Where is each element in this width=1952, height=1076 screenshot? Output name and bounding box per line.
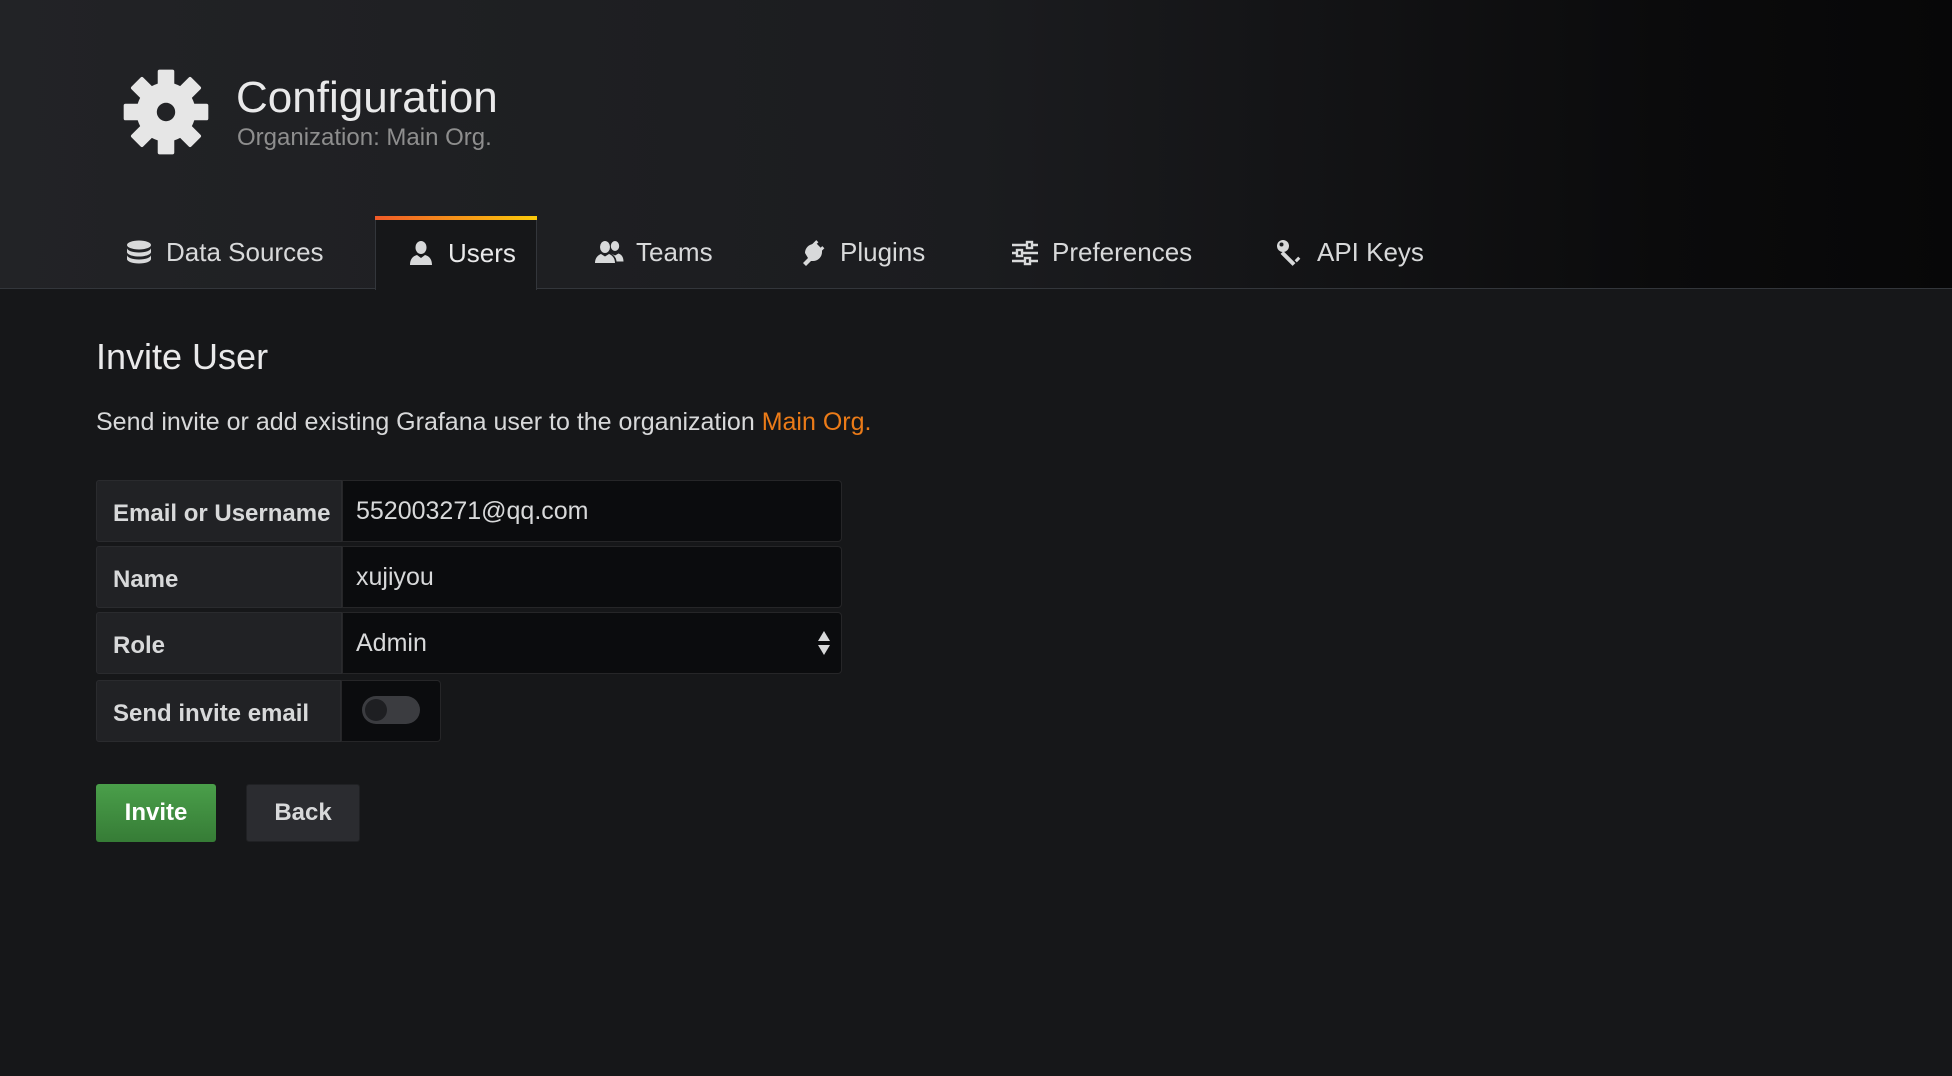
role-row: Role Admin: [96, 612, 842, 674]
tab-label: Preferences: [1052, 237, 1193, 267]
database-icon: [124, 238, 154, 268]
page-header-title: Configuration: [236, 73, 498, 122]
tab-label: Users: [448, 237, 516, 268]
role-selected-value: Admin: [356, 628, 427, 657]
send-invite-toggle[interactable]: [362, 696, 420, 724]
select-arrows-icon: [818, 631, 830, 655]
tab-label: Data Sources: [166, 237, 324, 267]
tab-label: Teams: [636, 237, 713, 267]
gear-icon: [123, 69, 209, 155]
tab-plugins[interactable]: Plugins: [798, 216, 925, 289]
email-row: Email or Username: [96, 480, 842, 542]
name-row: Name: [96, 546, 842, 608]
users-icon: [594, 238, 624, 268]
back-button[interactable]: Back: [246, 784, 360, 842]
tab-preferences[interactable]: Preferences: [1010, 216, 1192, 289]
name-label: Name: [96, 546, 342, 608]
config-tabs: Data Sources Users Teams Plugins Prefere…: [0, 216, 1952, 290]
sliders-icon: [1010, 238, 1040, 268]
page-description: Send invite or add existing Grafana user…: [96, 408, 871, 437]
name-field[interactable]: [342, 546, 842, 608]
tab-label: Plugins: [840, 237, 926, 267]
email-label: Email or Username: [96, 480, 342, 542]
key-icon: [1275, 238, 1305, 268]
page-header: Configuration Organization: Main Org. Da…: [0, 0, 1952, 290]
tab-label: API Keys: [1317, 237, 1424, 267]
description-text: Send invite or add existing Grafana user…: [96, 408, 762, 436]
email-field[interactable]: [342, 480, 842, 542]
send-invite-row: Send invite email: [96, 680, 441, 742]
user-icon: [406, 238, 436, 268]
role-select[interactable]: Admin: [342, 612, 842, 674]
toggle-knob: [365, 699, 387, 721]
send-invite-label: Send invite email: [96, 680, 341, 742]
page-header-subtitle: Organization: Main Org.: [237, 124, 492, 151]
send-invite-switch-container: [341, 680, 441, 742]
page-title: Invite User: [96, 336, 269, 377]
plug-icon: [798, 238, 828, 268]
org-name-link[interactable]: Main Org.: [762, 408, 872, 436]
invite-button[interactable]: Invite: [96, 784, 216, 842]
role-label: Role: [96, 612, 342, 674]
tab-data-sources[interactable]: Data Sources: [124, 216, 324, 289]
tab-api-keys[interactable]: API Keys: [1275, 216, 1424, 289]
tab-users[interactable]: Users: [375, 216, 537, 290]
tab-teams[interactable]: Teams: [594, 216, 713, 289]
